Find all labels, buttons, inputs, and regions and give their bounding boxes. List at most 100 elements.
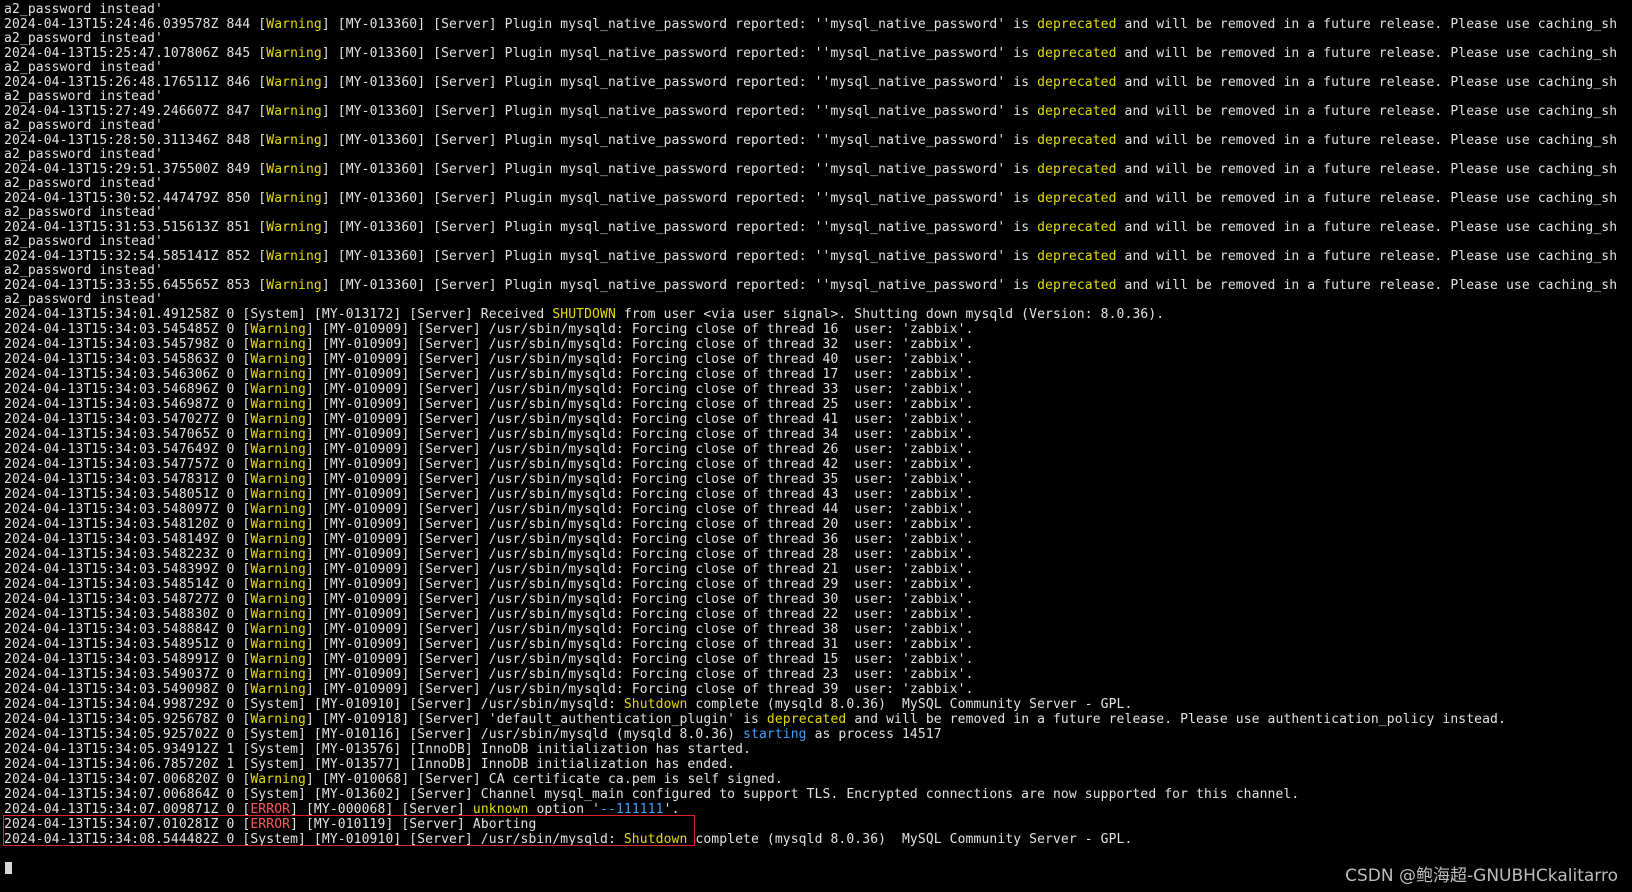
log-segment: ] [MY-013360] [Server] Plugin mysql_nati… xyxy=(321,220,1038,235)
log-segment: deprecated xyxy=(1037,75,1117,90)
log-segment: a2_password instead' xyxy=(4,234,163,249)
log-segment: starting xyxy=(743,727,807,742)
log-segment: Warning xyxy=(266,162,322,177)
log-segment: ] [MY-010909] [Server] /usr/sbin/mysqld:… xyxy=(306,577,974,592)
log-segment: 2024-04-13T15:33:55.645565Z 853 [ xyxy=(4,278,267,293)
log-segment: ] [MY-013360] [Server] Plugin mysql_nati… xyxy=(321,133,1038,148)
log-line: 2024-04-13T15:30:52.447479Z 850 [Warning… xyxy=(4,191,1632,206)
log-segment: Warning xyxy=(250,652,306,667)
log-segment: ] [MY-013360] [Server] Plugin mysql_nati… xyxy=(321,46,1038,61)
log-line: a2_password instead' xyxy=(4,263,1632,278)
log-line: 2024-04-13T15:33:55.645565Z 853 [Warning… xyxy=(4,278,1632,293)
log-line: 2024-04-13T15:34:03.548727Z 0 [Warning] … xyxy=(4,592,1632,607)
log-line: 2024-04-13T15:34:04.998729Z 0 [System] [… xyxy=(4,697,1632,712)
log-segment: deprecated xyxy=(1037,162,1117,177)
log-segment: 2024-04-13T15:34:03.548051Z 0 [ xyxy=(4,487,251,502)
log-segment: Warning xyxy=(266,133,322,148)
log-segment: and will be removed in a future release.… xyxy=(1116,133,1618,148)
log-segment: 2024-04-13T15:34:03.548223Z 0 [ xyxy=(4,547,251,562)
log-line: 2024-04-13T15:25:47.107806Z 845 [Warning… xyxy=(4,46,1632,61)
log-segment: 2024-04-13T15:25:47.107806Z 845 [ xyxy=(4,46,267,61)
log-line: a2_password instead' xyxy=(4,147,1632,162)
log-segment: ] [MY-010909] [Server] /usr/sbin/mysqld:… xyxy=(306,517,974,532)
log-segment: 2024-04-13T15:34:06.785720Z 1 [System] [… xyxy=(4,757,736,772)
log-segment: Warning xyxy=(250,577,306,592)
log-line: 2024-04-13T15:26:48.176511Z 846 [Warning… xyxy=(4,75,1632,90)
log-segment: 2024-04-13T15:34:03.546896Z 0 [ xyxy=(4,382,251,397)
log-segment: ] [MY-010909] [Server] /usr/sbin/mysqld:… xyxy=(306,562,974,577)
log-segment: 2024-04-13T15:31:53.515613Z 851 [ xyxy=(4,220,267,235)
log-line: 2024-04-13T15:34:03.545863Z 0 [Warning] … xyxy=(4,352,1632,367)
log-line: 2024-04-13T15:27:49.246607Z 847 [Warning… xyxy=(4,104,1632,119)
log-line: a2_password instead' xyxy=(4,2,1632,17)
log-line: a2_password instead' xyxy=(4,60,1632,75)
log-segment: complete (mysqld 8.0.36) MySQL Community… xyxy=(687,832,1133,847)
log-segment: 2024-04-13T15:34:07.006864Z 0 [System] [… xyxy=(4,787,1300,802)
log-segment: ] [MY-010909] [Server] /usr/sbin/mysqld:… xyxy=(306,682,974,697)
log-segment: ] [MY-010909] [Server] /usr/sbin/mysqld:… xyxy=(306,502,974,517)
log-segment: 2024-04-13T15:34:05.925678Z 0 [ xyxy=(4,712,251,727)
log-line: 2024-04-13T15:34:03.547649Z 0 [Warning] … xyxy=(4,442,1632,457)
log-segment: 2024-04-13T15:34:03.547027Z 0 [ xyxy=(4,412,251,427)
log-segment: a2_password instead' xyxy=(4,60,163,75)
log-line: 2024-04-13T15:34:03.548830Z 0 [Warning] … xyxy=(4,607,1632,622)
log-line: 2024-04-13T15:34:03.548097Z 0 [Warning] … xyxy=(4,502,1632,517)
log-line: 2024-04-13T15:34:03.547757Z 0 [Warning] … xyxy=(4,457,1632,472)
log-segment: 2024-04-13T15:34:03.548149Z 0 [ xyxy=(4,532,251,547)
log-line: a2_password instead' xyxy=(4,292,1632,307)
log-line: 2024-04-13T15:34:03.548051Z 0 [Warning] … xyxy=(4,487,1632,502)
log-segment: 2024-04-13T15:34:03.545798Z 0 [ xyxy=(4,337,251,352)
log-segment: Warning xyxy=(250,682,306,697)
log-segment: complete (mysqld 8.0.36) MySQL Community… xyxy=(687,697,1133,712)
log-line: 2024-04-13T15:32:54.585141Z 852 [Warning… xyxy=(4,249,1632,264)
log-segment: deprecated xyxy=(1037,17,1117,32)
log-segment: 2024-04-13T15:32:54.585141Z 852 [ xyxy=(4,249,267,264)
log-segment: Warning xyxy=(250,472,306,487)
log-line: 2024-04-13T15:34:03.548991Z 0 [Warning] … xyxy=(4,652,1632,667)
log-segment: 2024-04-13T15:34:03.548884Z 0 [ xyxy=(4,622,251,637)
watermark: CSDN @鲍海超-GNUBHCkalitarro xyxy=(1345,866,1618,886)
log-line: 2024-04-13T15:34:03.546987Z 0 [Warning] … xyxy=(4,397,1632,412)
log-segment: ] [MY-010909] [Server] /usr/sbin/mysqld:… xyxy=(306,427,974,442)
log-segment: ] [MY-010909] [Server] /usr/sbin/mysqld:… xyxy=(306,532,974,547)
log-segment: and will be removed in a future release.… xyxy=(1116,104,1618,119)
log-segment: and will be removed in a future release.… xyxy=(1116,191,1618,206)
log-segment: ] [MY-010909] [Server] /usr/sbin/mysqld:… xyxy=(306,592,974,607)
log-segment: 2024-04-13T15:29:51.375500Z 849 [ xyxy=(4,162,267,177)
log-segment: 2024-04-13T15:34:03.547065Z 0 [ xyxy=(4,427,251,442)
log-segment: 2024-04-13T15:34:03.549098Z 0 [ xyxy=(4,682,251,697)
terminal-cursor xyxy=(5,862,12,874)
log-segment: Warning xyxy=(266,75,322,90)
log-segment: 2024-04-13T15:34:03.548514Z 0 [ xyxy=(4,577,251,592)
log-segment: 2024-04-13T15:34:03.548399Z 0 [ xyxy=(4,562,251,577)
log-segment: a2_password instead' xyxy=(4,2,163,17)
log-segment: 2024-04-13T15:34:07.006820Z 0 [ xyxy=(4,772,251,787)
log-line: a2_password instead' xyxy=(4,118,1632,133)
log-segment: ] [MY-013360] [Server] Plugin mysql_nati… xyxy=(321,17,1038,32)
log-segment: 2024-04-13T15:28:50.311346Z 848 [ xyxy=(4,133,267,148)
log-segment: 2024-04-13T15:34:03.545863Z 0 [ xyxy=(4,352,251,367)
log-segment: Warning xyxy=(250,622,306,637)
log-segment: Warning xyxy=(266,220,322,235)
log-segment: as process 14517 xyxy=(806,727,942,742)
log-segment: Warning xyxy=(250,442,306,457)
log-segment: ] [MY-010909] [Server] /usr/sbin/mysqld:… xyxy=(306,652,974,667)
error-highlight-box xyxy=(3,815,695,846)
log-segment: ] [MY-010909] [Server] /usr/sbin/mysqld:… xyxy=(306,667,974,682)
log-segment: and will be removed in a future release.… xyxy=(1116,17,1618,32)
log-segment: Warning xyxy=(250,562,306,577)
log-segment: Warning xyxy=(250,457,306,472)
log-segment: 2024-04-13T15:34:03.547649Z 0 [ xyxy=(4,442,251,457)
log-segment: ] [MY-010909] [Server] /usr/sbin/mysqld:… xyxy=(306,457,974,472)
log-segment: a2_password instead' xyxy=(4,263,163,278)
log-segment: ] [MY-010909] [Server] /usr/sbin/mysqld:… xyxy=(306,322,974,337)
log-segment: a2_password instead' xyxy=(4,118,163,133)
log-segment: Warning xyxy=(266,17,322,32)
terminal-output[interactable]: a2_password instead' 2024-04-13T15:24:46.… xyxy=(4,2,1632,892)
log-segment: deprecated xyxy=(1037,249,1117,264)
log-segment: 2024-04-13T15:34:03.545485Z 0 [ xyxy=(4,322,251,337)
log-segment: ] [MY-010909] [Server] /usr/sbin/mysqld:… xyxy=(306,547,974,562)
log-line: 2024-04-13T15:29:51.375500Z 849 [Warning… xyxy=(4,162,1632,177)
log-segment: 2024-04-13T15:34:03.548991Z 0 [ xyxy=(4,652,251,667)
log-segment: Warning xyxy=(250,532,306,547)
